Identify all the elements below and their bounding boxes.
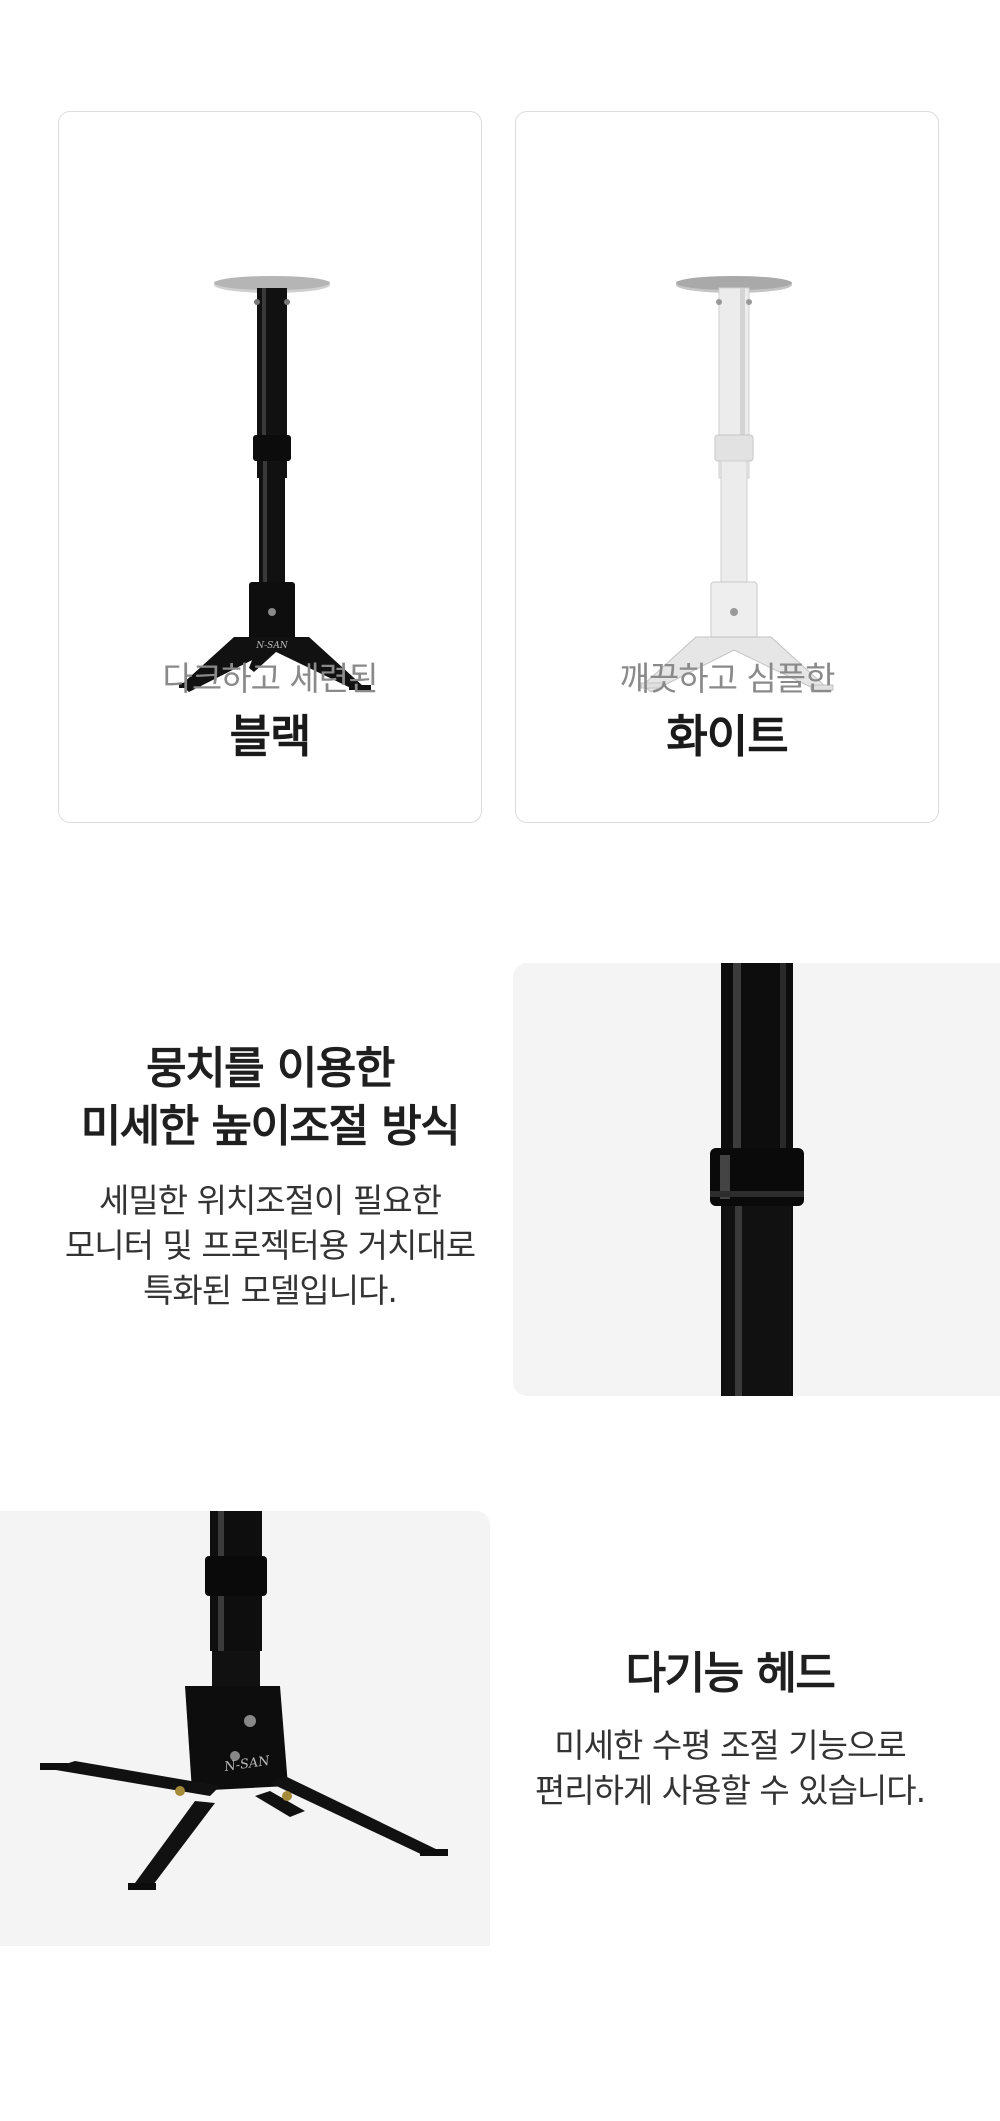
head-feature-text: 다기능 헤드 미세한 수평 조절 기능으로 편리하게 사용할 수 있습니다. [500,1645,960,1813]
variant-name: 블랙 [229,710,312,763]
product-card-white: 깨끗하고 심플한 화이트 [515,111,939,823]
variant-name: 화이트 [666,710,788,763]
variant-subtitle: 다크하고 세련된 [162,659,378,698]
headline-line: 미세한 높이조절 방식 [80,1101,461,1152]
height-adjust-description: 세밀한 위치조절이 필요한 모니터 및 프로젝터용 거치대로 특화된 모델입니다… [0,1178,540,1313]
description-line: 모니터 및 프로젝터용 거치대로 [64,1226,476,1265]
pole-closeup-image [513,963,1000,1396]
description-line: 특화된 모델입니다. [143,1271,398,1310]
white-mount-image [640,276,834,693]
height-adjust-headline: 뭉치를 이용한 미세한 높이조절 방식 [0,1040,540,1156]
head-feature-headline: 다기능 헤드 [625,1648,836,1699]
head-closeup-image: N-SAN [0,1511,490,1946]
head-feature-description: 미세한 수평 조절 기능으로 편리하게 사용할 수 있습니다. [500,1723,960,1813]
height-adjust-text: 뭉치를 이용한 미세한 높이조절 방식 세밀한 위치조절이 필요한 모니터 및 … [0,1040,540,1313]
description-line: 편리하게 사용할 수 있습니다. [534,1771,926,1810]
description-line: 세밀한 위치조절이 필요한 [99,1181,442,1220]
variant-subtitle: 깨끗하고 심플한 [619,659,835,698]
description-line: 미세한 수평 조절 기능으로 [554,1726,906,1765]
black-mount-image: N-SAN [179,276,371,692]
product-card-black: N-SAN 다크하고 세련된 블랙 [58,111,482,823]
headline-line: 뭉치를 이용한 [146,1043,395,1094]
brand-mark: N-SAN [255,641,289,651]
